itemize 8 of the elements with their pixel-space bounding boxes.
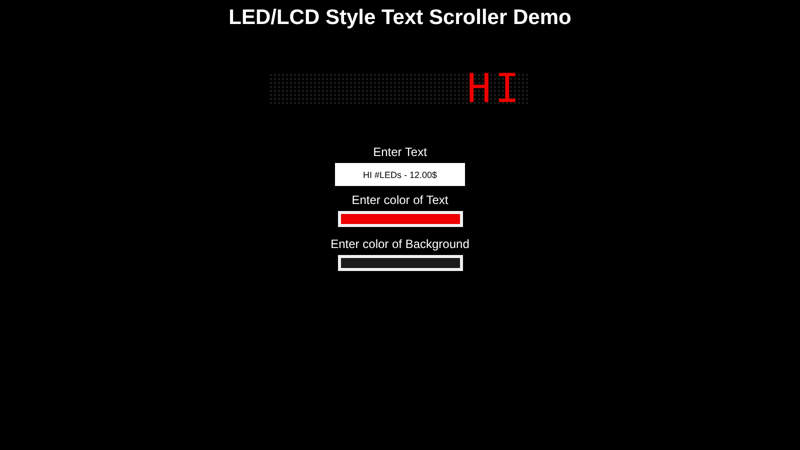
field-label: Enter color of Background [330,237,470,251]
color-picker[interactable] [338,255,462,271]
page-title: LED/LCD Style Text Scroller Demo [228,6,572,30]
field-label: Enter color of Text [352,193,448,207]
color-picker[interactable] [338,211,462,227]
scroller-text: HI [467,67,524,111]
text-input[interactable]: HI #LEDs - 12.00$ [335,163,465,186]
field-label: Enter Text [373,145,427,159]
